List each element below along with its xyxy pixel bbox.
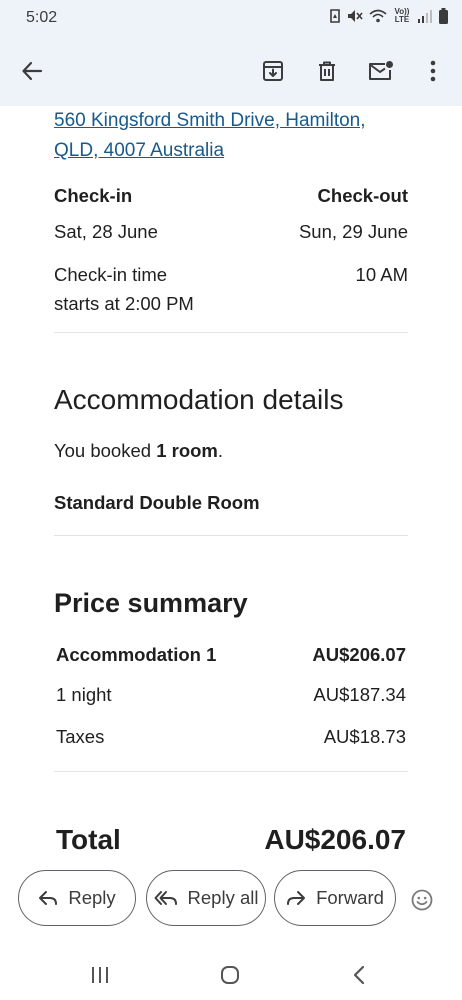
notification-icon: [330, 9, 340, 23]
price-row-value: AU$187.34: [313, 684, 406, 705]
reply-button[interactable]: Reply: [18, 870, 136, 926]
address-line-1[interactable]: 560 Kingsford Smith Drive, Hamilton,: [54, 110, 366, 131]
emoji-reaction-button[interactable]: [404, 882, 440, 918]
forward-icon: [287, 891, 306, 905]
system-nav-bar: [0, 942, 462, 1000]
booked-prefix: You booked: [54, 440, 157, 461]
checkout-label: Check-out: [317, 185, 408, 206]
email-toolbar: [0, 36, 462, 106]
address-line-2[interactable]: QLD, 4007 Australia: [54, 140, 224, 161]
mail-unread-icon: [369, 61, 393, 80]
hotel-address-link[interactable]: 560 Kingsford Smith Drive, Hamilton, QLD…: [54, 106, 414, 166]
booked-rooms: 1 room: [156, 440, 218, 461]
checkin-time: Check-in time starts at 2:00 PM: [54, 260, 194, 318]
status-time: 5:02: [26, 9, 58, 26]
status-bar: 5:02 Vo)) LTE: [0, 0, 462, 36]
reply-icon: [39, 891, 58, 905]
checkin-time-line-2: starts at 2:00 PM: [54, 293, 194, 314]
divider: [54, 535, 408, 536]
reply-all-label[interactable]: Reply all: [188, 887, 259, 909]
signal-icon: [418, 10, 432, 23]
checkin-time-line-1: Check-in time: [54, 264, 168, 285]
reply-bar: Reply Reply all Forward: [0, 862, 462, 942]
back-button[interactable]: [10, 49, 54, 93]
reply-all-icon: [154, 891, 177, 905]
wifi-icon: [369, 9, 387, 23]
archive-button[interactable]: [251, 49, 295, 93]
checkout-time: 10 AM: [355, 264, 408, 285]
arrow-back-icon: [22, 61, 43, 81]
price-row-label: Accommodation 1: [56, 644, 217, 665]
chevron-left-icon: [353, 965, 365, 985]
home-icon: [221, 966, 239, 984]
back-nav-button[interactable]: [344, 960, 374, 990]
reply-all-button[interactable]: Reply all: [146, 870, 266, 926]
status-icons: Vo)) LTE: [329, 8, 448, 24]
recent-apps-button[interactable]: [85, 960, 115, 990]
checkout-date: Sun, 29 June: [298, 221, 408, 242]
price-row-value: AU$206.07: [312, 644, 406, 665]
battery-icon: [439, 8, 448, 24]
emoji-icon: [411, 889, 433, 911]
accommodation-title: Accommodation details: [54, 384, 344, 415]
room-type: Standard Double Room: [54, 492, 260, 513]
recent-apps-icon: [92, 967, 108, 983]
more-vert-icon: [430, 60, 436, 82]
trash-icon: [319, 61, 335, 81]
checkin-label: Check-in: [54, 185, 133, 206]
reply-label[interactable]: Reply: [68, 887, 115, 909]
checkin-date: Sat, 28 June: [54, 221, 158, 242]
forward-button[interactable]: Forward: [274, 870, 396, 926]
total-value: AU$206.07: [264, 824, 406, 855]
divider: [54, 771, 408, 772]
more-options-button[interactable]: [411, 49, 455, 93]
price-row-label: Taxes: [56, 726, 105, 747]
booked-rooms-text: You booked 1 room.: [54, 440, 223, 462]
total-label: Total: [56, 824, 121, 855]
mute-icon: [348, 10, 363, 22]
price-row-label: 1 night: [56, 684, 112, 705]
network-label: Vo)) LTE: [394, 7, 410, 24]
divider: [54, 332, 408, 333]
mark-unread-button[interactable]: [359, 49, 403, 93]
price-row-value: AU$18.73: [323, 726, 406, 747]
forward-label[interactable]: Forward: [316, 887, 384, 909]
archive-icon: [263, 61, 283, 81]
booked-suffix: .: [217, 440, 224, 461]
delete-button[interactable]: [305, 49, 349, 93]
price-summary-title: Price summary: [54, 588, 248, 618]
home-button[interactable]: [215, 960, 245, 990]
